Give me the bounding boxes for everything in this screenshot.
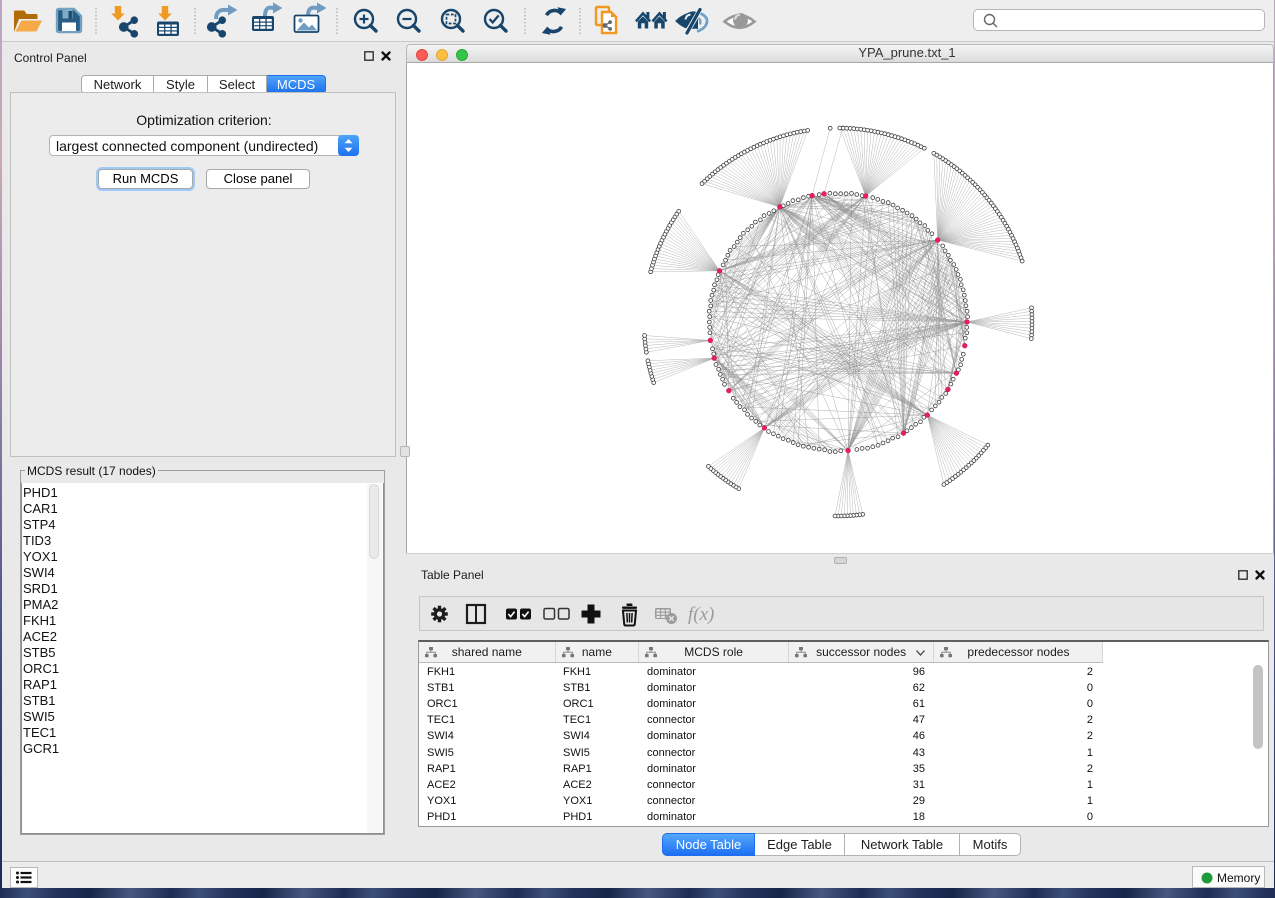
svg-text:f(x): f(x) bbox=[688, 604, 714, 625]
